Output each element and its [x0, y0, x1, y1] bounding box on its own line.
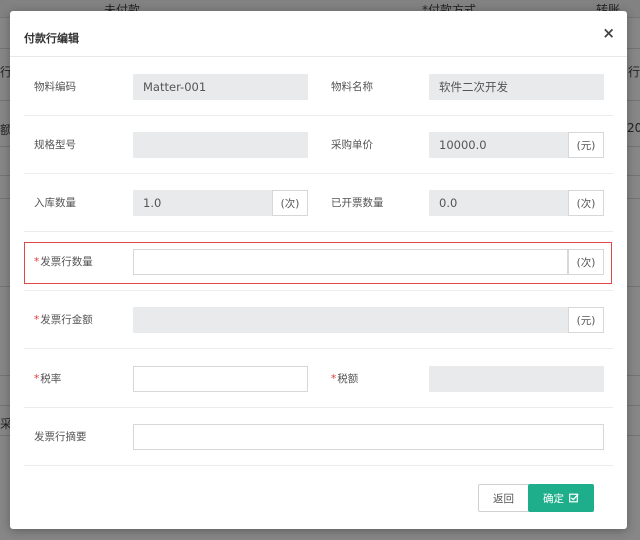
invoice-line-summary-input[interactable] — [133, 424, 604, 450]
invoice-line-amount-field — [133, 307, 568, 333]
tax-amount-field — [429, 366, 604, 392]
form-row-quantities: 入库数量 1.0 (次) 已开票数量 0.0 (次) — [24, 174, 613, 232]
tax-amount-label-text: 税额 — [337, 373, 359, 385]
inbound-qty-field: 1.0 — [133, 190, 272, 216]
validation-highlight-box — [24, 242, 612, 284]
material-code-label: 物料编码 — [34, 81, 76, 93]
material-code-field: Matter-001 — [133, 74, 308, 100]
spec-model-field — [133, 132, 308, 158]
required-asterisk: * — [331, 372, 337, 385]
check-square-icon — [569, 493, 579, 503]
dialog-header: 付款行编辑 × — [10, 11, 627, 57]
tax-rate-input[interactable] — [133, 366, 308, 392]
close-icon[interactable]: × — [602, 25, 615, 41]
invoiced-qty-field: 0.0 — [429, 190, 568, 216]
spec-model-label: 规格型号 — [34, 139, 76, 151]
form-row-material: 物料编码 Matter-001 物料名称 软件二次开发 — [24, 58, 613, 116]
dialog-title: 付款行编辑 — [24, 32, 79, 45]
invoiced-qty-label: 已开票数量 — [331, 197, 384, 209]
required-asterisk: * — [34, 372, 40, 385]
confirm-button[interactable]: 确定 — [528, 484, 594, 512]
form-row-summary: 发票行摘要 — [24, 408, 613, 466]
invoice-line-amount-label-text: 发票行金额 — [40, 314, 93, 326]
material-name-label: 物料名称 — [331, 81, 373, 93]
unit-price-unit-addon: (元) — [568, 132, 604, 158]
form-row-spec-price: 规格型号 采购单价 10000.0 (元) — [24, 116, 613, 174]
invoice-line-amount-unit-addon: (元) — [568, 307, 604, 333]
back-button[interactable]: 返回 — [478, 484, 529, 512]
form-row-tax: * 税率 * 税额 — [24, 350, 613, 408]
unit-price-label: 采购单价 — [331, 139, 373, 151]
invoiced-qty-unit-addon: (次) — [568, 190, 604, 216]
tax-rate-label-text: 税率 — [40, 373, 62, 385]
required-asterisk: * — [34, 313, 40, 326]
inbound-qty-unit-addon: (次) — [272, 190, 308, 216]
inbound-qty-label: 入库数量 — [34, 197, 76, 209]
invoice-line-amount-label: * 发票行金额 — [34, 291, 93, 348]
form-row-invoice-amount: * 发票行金额 (元) — [24, 291, 613, 349]
invoice-line-summary-label: 发票行摘要 — [34, 431, 87, 443]
material-name-field: 软件二次开发 — [429, 74, 604, 100]
tax-rate-label: * 税率 — [34, 350, 61, 407]
tax-amount-label: * 税额 — [331, 350, 358, 407]
confirm-button-label: 确定 — [543, 492, 564, 505]
unit-price-field: 10000.0 — [429, 132, 568, 158]
